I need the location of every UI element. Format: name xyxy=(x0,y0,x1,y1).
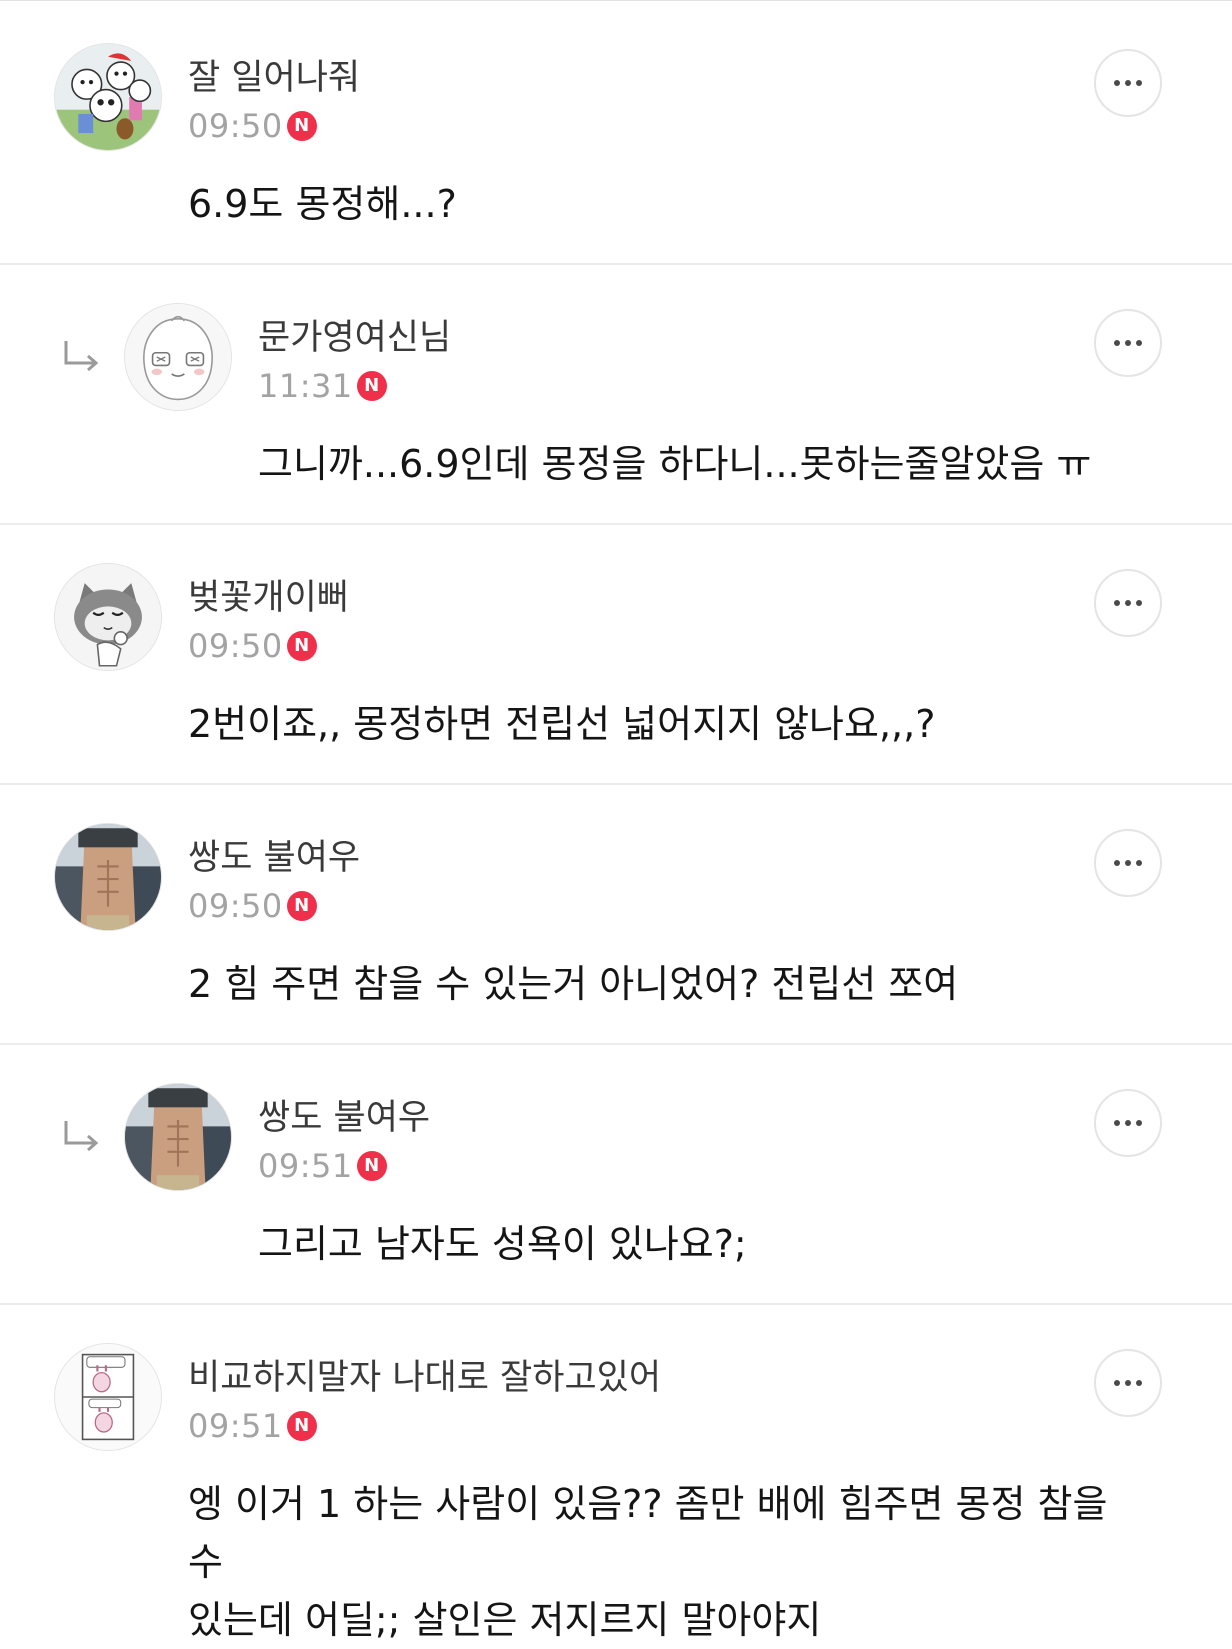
comment-text: 2번이죠,, 몽정하면 전립선 넓어지지 않나요,,,? xyxy=(188,702,936,746)
more-options-icon xyxy=(1114,340,1120,346)
avatar[interactable] xyxy=(54,1343,162,1451)
new-badge-icon: N xyxy=(286,111,317,141)
more-options-button[interactable] xyxy=(1094,49,1162,117)
comment-author[interactable]: 잘 일어나줘 xyxy=(188,57,1132,99)
comment-meta: 09:50 N xyxy=(188,885,1132,927)
comment-item: 벚꽃개이뻐 09:50 N 2번이죠,, 몽정하면 전립선 넓어지지 않나요,,… xyxy=(0,525,1232,785)
more-options-button[interactable] xyxy=(1094,1089,1162,1157)
comment-meta: 09:50 N xyxy=(188,105,1132,147)
avatar[interactable] xyxy=(124,1083,232,1191)
comment-author[interactable]: 문가영여신님 xyxy=(258,317,1132,359)
comment-body: 쌍도 불여우 09:51 N 그리고 남자도 성욕이 있나요?; xyxy=(258,1097,1132,1273)
comment-text: 엥 이거 1 하는 사람이 있음?? 좀만 배에 힘주면 몽정 참을 수 있는데… xyxy=(188,1482,1108,1642)
new-badge-icon: N xyxy=(356,371,387,401)
more-options-button[interactable] xyxy=(1094,1349,1162,1417)
comment-time: 09:50 xyxy=(188,107,283,145)
more-options-button[interactable] xyxy=(1094,309,1162,377)
more-options-button[interactable] xyxy=(1094,829,1162,897)
new-badge-icon: N xyxy=(286,1411,317,1441)
more-options-icon xyxy=(1114,1380,1120,1386)
avatar[interactable] xyxy=(54,43,162,151)
peach-character-avatar-image xyxy=(125,304,231,410)
comment-text: 2 힘 주면 참을 수 있는거 아니었어? 전립선 쪼여 xyxy=(188,962,959,1006)
comment-item: 잘 일어나줘 09:50 N 6.9도 몽정해...? xyxy=(0,5,1232,265)
more-options-icon xyxy=(1114,860,1120,866)
comic-bunny-avatar-image xyxy=(55,1344,161,1450)
comment-meta: 09:50 N xyxy=(188,625,1132,667)
comment-time: 09:51 xyxy=(188,1407,283,1445)
reply-arrow-icon xyxy=(64,1121,99,1152)
comment-author[interactable]: 쌍도 불여우 xyxy=(258,1097,1132,1139)
comment-item: 쌍도 불여우 09:50 N 2 힘 주면 참을 수 있는거 아니었어? 전립선… xyxy=(0,785,1232,1045)
comment-body: 쌍도 불여우 09:50 N 2 힘 주면 참을 수 있는거 아니었어? 전립선… xyxy=(188,837,1132,1013)
new-badge-icon: N xyxy=(356,1151,387,1181)
comment-body: 벚꽃개이뻐 09:50 N 2번이죠,, 몽정하면 전립선 넓어지지 않나요,,… xyxy=(188,577,1132,753)
cartoon-dogs-avatar-image xyxy=(55,44,161,150)
more-options-icon xyxy=(1114,1120,1120,1126)
comment-item: 비교하지말자 나대로 잘하고있어 09:51 N 엥 이거 1 하는 사람이 있… xyxy=(0,1305,1232,1642)
comment-author[interactable]: 비교하지말자 나대로 잘하고있어 xyxy=(188,1357,1132,1399)
comment-body: 잘 일어나줘 09:50 N 6.9도 몽정해...? xyxy=(188,57,1132,233)
avatar[interactable] xyxy=(54,823,162,931)
comment-body: 문가영여신님 11:31 N 그니까...6.9인데 몽정을 하다니...못하는… xyxy=(258,317,1132,493)
more-options-icon xyxy=(1114,80,1120,86)
abs-photo-avatar-image xyxy=(125,1084,231,1190)
abs-photo-avatar-image xyxy=(55,824,161,930)
comment-meta: 11:31 N xyxy=(258,365,1132,407)
comment-author[interactable]: 벚꽃개이뻐 xyxy=(188,577,1132,619)
more-options-button[interactable] xyxy=(1094,569,1162,637)
comment-body: 비교하지말자 나대로 잘하고있어 09:51 N 엥 이거 1 하는 사람이 있… xyxy=(188,1357,1132,1649)
new-badge-icon: N xyxy=(286,631,317,661)
comment-time: 09:50 xyxy=(188,627,283,665)
comment-meta: 09:51 N xyxy=(188,1405,1132,1447)
avatar[interactable] xyxy=(124,303,232,411)
reply-arrow-icon xyxy=(64,341,99,372)
comment-time: 09:50 xyxy=(188,887,283,925)
comment-text: 그리고 남자도 성욕이 있나요?; xyxy=(258,1222,747,1266)
comment-time: 11:31 xyxy=(258,367,353,405)
comment-text: 6.9도 몽정해...? xyxy=(188,182,457,226)
reply-item: 쌍도 불여우 09:51 N 그리고 남자도 성욕이 있나요?; xyxy=(0,1045,1232,1305)
comment-text: 그니까...6.9인데 몽정을 하다니...못하는줄알았음 ㅠ xyxy=(258,442,1092,486)
comment-author[interactable]: 쌍도 불여우 xyxy=(188,837,1132,879)
avatar[interactable] xyxy=(54,563,162,671)
new-badge-icon: N xyxy=(286,891,317,921)
gray-cat-avatar-image xyxy=(55,564,161,670)
comment-meta: 09:51 N xyxy=(258,1145,1132,1187)
more-options-icon xyxy=(1114,600,1120,606)
reply-item: 문가영여신님 11:31 N 그니까...6.9인데 몽정을 하다니...못하는… xyxy=(0,265,1232,525)
comment-time: 09:51 xyxy=(258,1147,353,1185)
